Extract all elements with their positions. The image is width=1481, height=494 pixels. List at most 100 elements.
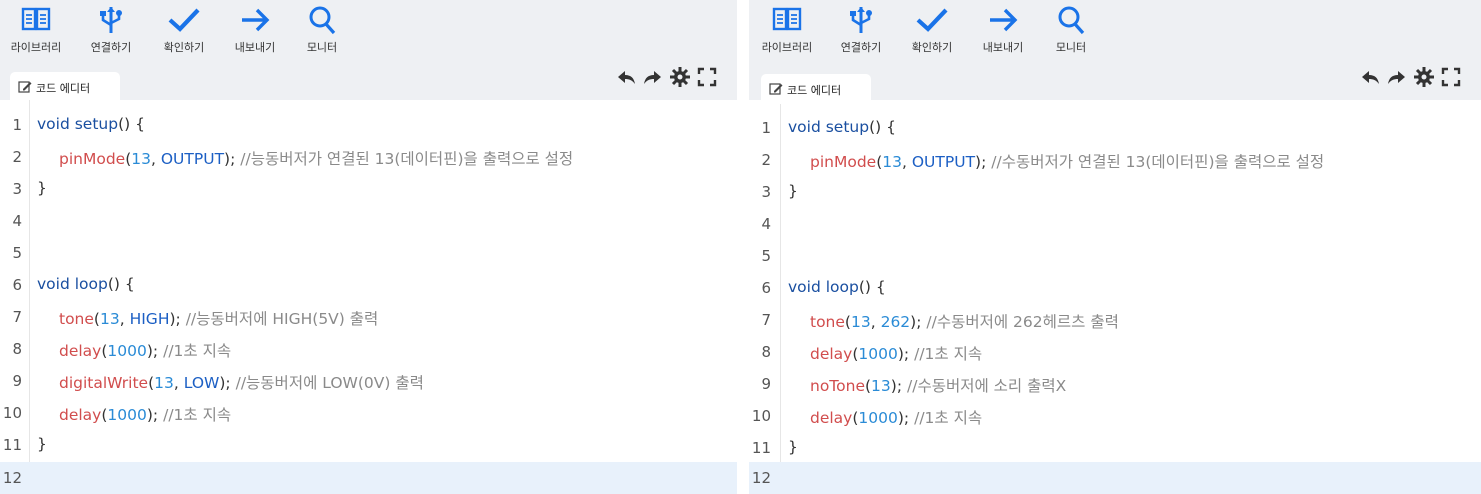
monitor-label: 모니터 xyxy=(1055,41,1087,54)
code-line: 8 delay(1000); //1초 지속 xyxy=(749,336,1481,368)
code-text: void loop() { xyxy=(788,278,886,296)
code-editor[interactable]: 1 void setup() { 2 pinMode(13, OUTPUT); … xyxy=(0,100,737,494)
line-number: 8 xyxy=(761,343,771,361)
code-line: 10 delay(1000); //1초 지속 xyxy=(749,400,1481,432)
line-number: 11 xyxy=(2,436,22,454)
export-button[interactable]: 내보내기 xyxy=(973,0,1033,62)
connect-button[interactable]: 연결하기 xyxy=(831,0,891,62)
code-text: tone(13, 262); //수동버저에 262헤르츠 출력 xyxy=(810,313,1119,331)
line-number: 12 xyxy=(751,469,771,487)
connect-label: 연결하기 xyxy=(90,41,132,54)
redo-icon[interactable] xyxy=(642,66,664,88)
monitor-button[interactable]: 모니터 xyxy=(1041,0,1101,62)
line-number: 5 xyxy=(12,244,22,262)
library-label: 라이브러리 xyxy=(10,41,62,54)
code-line: 3 } xyxy=(0,173,737,205)
code-line: 4 xyxy=(749,208,1481,240)
panel-divider xyxy=(737,0,749,494)
fullscreen-icon[interactable] xyxy=(696,66,718,88)
code-line: 5 xyxy=(0,237,737,269)
tab-code-editor[interactable]: 코드 에디터 xyxy=(10,72,120,100)
code-line: 2 pinMode(13, OUTPUT); //수동버저가 연결된 13(데이… xyxy=(749,144,1481,176)
connect-button[interactable]: 연결하기 xyxy=(81,0,141,62)
line-number: 10 xyxy=(751,407,771,425)
line-number: 2 xyxy=(761,151,771,169)
check-icon xyxy=(168,8,200,32)
editor-actions xyxy=(615,66,723,88)
library-button[interactable]: 라이브러리 xyxy=(6,0,66,62)
code-line: 11 } xyxy=(749,432,1481,464)
line-number: 12 xyxy=(2,469,22,487)
code-text: delay(1000); //1초 지속 xyxy=(59,342,232,360)
line-number: 5 xyxy=(761,247,771,265)
code-line: 7 tone(13, 262); //수동버저에 262헤르츠 출력 xyxy=(749,304,1481,336)
arrow-right-icon xyxy=(242,8,270,32)
code-text: } xyxy=(37,435,47,453)
code-text: delay(1000); //1초 지속 xyxy=(810,345,983,363)
code-line: 3 } xyxy=(749,176,1481,208)
code-line: 9 digitalWrite(13, LOW); //능동버저에 LOW(0V)… xyxy=(0,365,737,397)
undo-icon[interactable] xyxy=(615,66,637,88)
library-button[interactable]: 라이브러리 xyxy=(757,0,817,62)
code-text: void setup() { xyxy=(37,115,145,133)
fullscreen-icon[interactable] xyxy=(1440,66,1462,88)
library-label: 라이브러리 xyxy=(761,41,813,54)
code-line: 9 noTone(13); //수동버저에 소리 출력X xyxy=(749,368,1481,400)
code-text: tone(13, HIGH); //능동버저에 HIGH(5V) 출력 xyxy=(59,310,379,328)
verify-button[interactable]: 확인하기 xyxy=(902,0,962,62)
export-button[interactable]: 내보내기 xyxy=(225,0,285,62)
gear-icon[interactable] xyxy=(1413,66,1435,88)
verify-label: 확인하기 xyxy=(163,41,205,54)
monitor-button[interactable]: 모니터 xyxy=(292,0,352,62)
verify-button[interactable]: 확인하기 xyxy=(154,0,214,62)
code-line: 8 delay(1000); //1초 지속 xyxy=(0,333,737,365)
tab-code-editor[interactable]: 코드 에디터 xyxy=(761,74,871,100)
code-text: delay(1000); //1초 지속 xyxy=(810,409,983,427)
tab-label: 코드 에디터 xyxy=(787,84,842,97)
arrow-right-icon xyxy=(990,8,1018,32)
code-text: void loop() { xyxy=(37,275,135,293)
code-line: 6 void loop() { xyxy=(749,272,1481,304)
usb-icon xyxy=(100,7,122,33)
code-line: 7 tone(13, HIGH); //능동버저에 HIGH(5V) 출력 xyxy=(0,301,737,333)
undo-icon[interactable] xyxy=(1359,66,1381,88)
editor-panel-right: 라이브러리 연결하기 확인하기 내보내기 모니터 코드 에디터 1 void s… xyxy=(749,0,1481,494)
code-text: pinMode(13, OUTPUT); //수동버저가 연결된 13(데이터핀… xyxy=(810,153,1325,171)
code-text: } xyxy=(37,179,47,197)
line-number: 7 xyxy=(12,308,22,326)
code-editor[interactable]: 1 void setup() { 2 pinMode(13, OUTPUT); … xyxy=(749,104,1481,494)
editor-actions xyxy=(1359,66,1467,88)
code-line: 4 xyxy=(0,205,737,237)
code-line: 1 void setup() { xyxy=(0,109,737,141)
code-text: delay(1000); //1초 지속 xyxy=(59,406,232,424)
line-number: 1 xyxy=(761,119,771,137)
code-line-active: 12 xyxy=(0,462,737,494)
code-text: } xyxy=(788,182,798,200)
line-number: 8 xyxy=(12,340,22,358)
line-number: 2 xyxy=(12,148,22,166)
verify-label: 확인하기 xyxy=(911,41,953,54)
line-number: 3 xyxy=(12,180,22,198)
line-number: 9 xyxy=(12,372,22,390)
top-bar: 라이브러리 연결하기 확인하기 내보내기 모니터 코드 에디터 xyxy=(0,0,737,100)
tab-label: 코드 에디터 xyxy=(36,82,91,95)
edit-icon xyxy=(769,83,783,95)
code-text: pinMode(13, OUTPUT); //능동버저가 연결된 13(데이터핀… xyxy=(59,150,574,168)
code-line: 11 } xyxy=(0,429,737,461)
line-number: 10 xyxy=(2,404,22,422)
redo-icon[interactable] xyxy=(1386,66,1408,88)
line-number: 4 xyxy=(12,212,22,230)
search-icon xyxy=(309,6,336,35)
line-number: 4 xyxy=(761,215,771,233)
line-number: 6 xyxy=(761,279,771,297)
code-line: 5 xyxy=(749,240,1481,272)
line-number: 3 xyxy=(761,183,771,201)
code-line-active: 12 xyxy=(749,462,1481,494)
line-number: 9 xyxy=(761,375,771,393)
line-number: 6 xyxy=(12,276,22,294)
code-text: } xyxy=(788,438,798,456)
gear-icon[interactable] xyxy=(669,66,691,88)
search-icon xyxy=(1058,6,1085,35)
line-number: 11 xyxy=(751,439,771,457)
code-line: 10 delay(1000); //1초 지속 xyxy=(0,397,737,429)
